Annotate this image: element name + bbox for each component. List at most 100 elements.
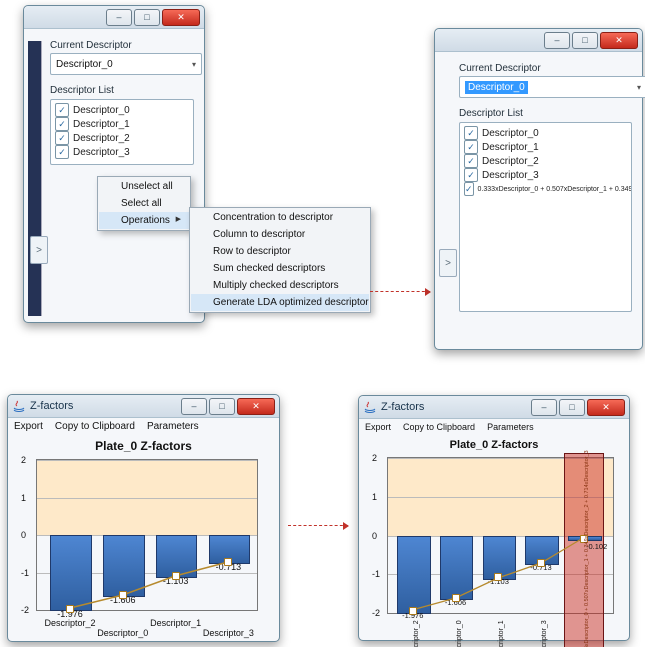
checkbox[interactable] xyxy=(464,168,478,182)
chart-right: 2 1 0 -1 -2 -1.976 -1.606 -1.103 -0.713 … xyxy=(387,457,614,614)
descriptor-window-b: – □ ✕ > Current Descriptor Descriptor_0 … xyxy=(434,28,643,350)
list-item[interactable]: Descriptor_2 xyxy=(55,131,189,145)
chevron-down-icon: ▾ xyxy=(192,60,196,69)
ytick: -2 xyxy=(21,605,29,615)
list-item[interactable]: Descriptor_3 xyxy=(55,145,189,159)
titlebar-z-left: Z-factors – □ ✕ xyxy=(8,395,279,418)
title: Z-factors xyxy=(377,401,529,413)
submenu-item[interactable]: Concentration to descriptor xyxy=(191,209,369,226)
side-panel xyxy=(28,41,42,316)
xtick: Descriptor_0 xyxy=(456,620,463,647)
context-menu-item-operations[interactable]: Operations xyxy=(99,212,189,229)
minimize-icon[interactable]: – xyxy=(181,398,207,415)
checkbox[interactable] xyxy=(464,126,478,140)
menu-export[interactable]: Export xyxy=(365,422,391,432)
titlebar-b: – □ ✕ xyxy=(435,29,642,52)
maximize-icon[interactable]: □ xyxy=(572,32,598,49)
maximize-icon[interactable]: □ xyxy=(134,9,160,26)
chart-left: 2 1 0 -1 -2 -1.976 -1.606 -1.103 -0.713 … xyxy=(36,459,258,611)
maximize-icon[interactable]: □ xyxy=(559,399,585,416)
checkbox[interactable] xyxy=(55,145,69,159)
xtick: Descriptor_3 xyxy=(203,628,254,638)
checkbox[interactable] xyxy=(464,140,478,154)
chart-title: Plate_0 Z-factors xyxy=(359,439,629,451)
list-item-label: Descriptor_3 xyxy=(73,147,130,158)
current-descriptor-label: Current Descriptor xyxy=(50,40,194,51)
java-icon xyxy=(12,399,26,413)
ytick: -1 xyxy=(21,568,29,578)
list-item-label: Descriptor_1 xyxy=(73,119,130,130)
point-marker xyxy=(537,559,545,567)
java-icon xyxy=(363,400,377,414)
ytick: 1 xyxy=(372,492,377,502)
list-item-lda[interactable]: 0.333xDescriptor_0 + 0.507xDescriptor_1 … xyxy=(464,182,627,196)
checkbox[interactable] xyxy=(464,154,478,168)
context-menu[interactable]: Unselect all Select all Operations xyxy=(97,176,191,231)
checkbox[interactable] xyxy=(55,131,69,145)
current-descriptor-label: Current Descriptor xyxy=(459,63,632,74)
current-descriptor-value: Descriptor_0 xyxy=(56,59,113,70)
zfactors-menu: Export Copy to Clipboard Parameters xyxy=(8,418,279,435)
list-item[interactable]: Descriptor_1 xyxy=(55,117,189,131)
submenu-item[interactable]: Column to descriptor xyxy=(191,226,369,243)
current-descriptor-dropdown[interactable]: Descriptor_0 ▾ xyxy=(50,53,202,75)
xtick: Descriptor_0 xyxy=(97,628,148,638)
arrow-connector xyxy=(288,525,348,526)
submenu-item-lda[interactable]: Generate LDA optimized descriptor xyxy=(191,294,369,311)
close-icon[interactable]: ✕ xyxy=(587,399,625,416)
list-item-label: 0.333xDescriptor_0 + 0.507xDescriptor_1 … xyxy=(478,186,632,193)
list-item[interactable]: Descriptor_0 xyxy=(55,103,189,117)
submenu-item[interactable]: Sum checked descriptors xyxy=(191,260,369,277)
point-marker xyxy=(224,558,232,566)
menu-parameters[interactable]: Parameters xyxy=(487,422,534,432)
ytick: 0 xyxy=(21,530,26,540)
current-descriptor-value: Descriptor_0 xyxy=(465,81,528,94)
current-descriptor-dropdown[interactable]: Descriptor_0 ▾ xyxy=(459,76,645,98)
list-item[interactable]: Descriptor_0 xyxy=(464,126,627,140)
minimize-icon[interactable]: – xyxy=(544,32,570,49)
titlebar-a: – □ ✕ xyxy=(24,6,204,29)
context-menu-item[interactable]: Select all xyxy=(99,195,189,212)
ytick: 0 xyxy=(372,531,377,541)
minimize-icon[interactable]: – xyxy=(106,9,132,26)
expand-chevron[interactable]: > xyxy=(30,236,48,264)
list-item-label: Descriptor_2 xyxy=(482,156,539,167)
list-item-label: Descriptor_3 xyxy=(482,170,539,181)
checkbox[interactable] xyxy=(55,117,69,131)
checkbox[interactable] xyxy=(464,182,474,196)
bar xyxy=(50,535,92,611)
menu-parameters[interactable]: Parameters xyxy=(147,421,199,432)
close-icon[interactable]: ✕ xyxy=(162,9,200,26)
list-item[interactable]: Descriptor_2 xyxy=(464,154,627,168)
operations-submenu[interactable]: Concentration to descriptor Column to de… xyxy=(189,207,371,313)
list-item[interactable]: Descriptor_1 xyxy=(464,140,627,154)
maximize-icon[interactable]: □ xyxy=(209,398,235,415)
ytick: 2 xyxy=(21,455,26,465)
list-item[interactable]: Descriptor_3 xyxy=(464,168,627,182)
descriptor-list-label: Descriptor List xyxy=(50,85,194,96)
menu-copy[interactable]: Copy to Clipboard xyxy=(55,421,135,432)
ytick: 2 xyxy=(372,453,377,463)
checkbox[interactable] xyxy=(55,103,69,117)
xtick: 0.333xDescriptor_0 + 0.507xDescriptor_1 … xyxy=(584,450,590,647)
point-marker xyxy=(66,605,74,613)
arrow-connector xyxy=(370,291,430,292)
titlebar-z-right: Z-factors – □ ✕ xyxy=(359,396,629,419)
list-item-label: Descriptor_2 xyxy=(73,133,130,144)
minimize-icon[interactable]: – xyxy=(531,399,557,416)
context-menu-item[interactable]: Unselect all xyxy=(99,178,189,195)
chevron-down-icon: ▾ xyxy=(637,83,641,92)
xtick: Descriptor_3 xyxy=(541,620,548,647)
close-icon[interactable]: ✕ xyxy=(600,32,638,49)
expand-chevron[interactable]: > xyxy=(439,249,457,277)
descriptor-list-b: Descriptor_0 Descriptor_1 Descriptor_2 D… xyxy=(459,122,632,312)
xtick: Descriptor_1 xyxy=(498,620,505,647)
zfactors-window-left: Z-factors – □ ✕ Export Copy to Clipboard… xyxy=(7,394,280,642)
submenu-item[interactable]: Multiply checked descriptors xyxy=(191,277,369,294)
descriptor-list-label: Descriptor List xyxy=(459,108,632,119)
menu-copy[interactable]: Copy to Clipboard xyxy=(403,422,475,432)
submenu-item[interactable]: Row to descriptor xyxy=(191,243,369,260)
xtick: Descriptor_2 xyxy=(44,618,95,628)
close-icon[interactable]: ✕ xyxy=(237,398,275,415)
menu-export[interactable]: Export xyxy=(14,421,43,432)
